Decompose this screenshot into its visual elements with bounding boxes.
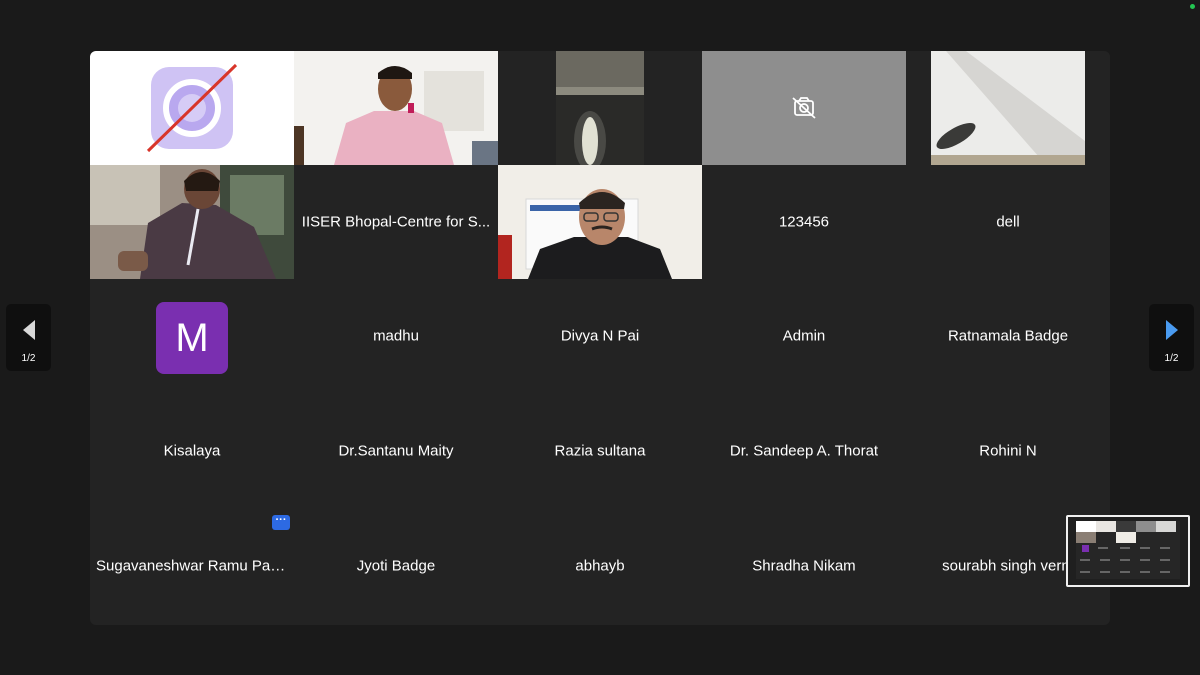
participant-tile[interactable]: M [90,279,294,393]
video-feed [498,165,702,279]
participant-name: IISER Bhopal-Centre for S... [301,213,491,231]
participant-name: Razia sultana [554,442,646,460]
next-page-button[interactable]: 1/2 [1149,304,1194,371]
avatar: M [156,302,228,374]
video-feed [556,51,644,165]
chevron-right-icon [1165,320,1178,340]
participant-tile[interactable]: Rohini N [906,394,1110,508]
participant-tile[interactable]: 123456 [702,165,906,279]
participant-tile[interactable]: Sugavaneshwar Ramu Pas... [90,509,294,623]
participant-name: Divya N Pai [560,327,640,345]
gallery-minimap-thumbnail[interactable] [1066,515,1190,587]
page-indicator: 1/2 [21,353,36,364]
page-indicator: 1/2 [1164,353,1179,364]
camera-off-logo-icon [146,63,238,153]
video-feed [294,51,498,165]
participant-name: Dr. Sandeep A. Thorat [729,442,879,460]
participant-video-tile[interactable] [906,51,1110,165]
participant-name: 123456 [778,213,830,231]
participant-name: Dr.Santanu Maity [338,442,454,460]
participant-video-tile[interactable] [498,165,702,279]
more-options-button[interactable]: ··· [272,515,290,530]
participant-name: Kisalaya [163,442,221,460]
participant-video-tile[interactable] [90,165,294,279]
participant-tile[interactable]: Dr. Sandeep A. Thorat [702,394,906,508]
participant-name: Ratnamala Badge [947,327,1069,345]
participant-tile[interactable]: dell [906,165,1110,279]
video-off-icon [792,97,816,119]
gallery-view: IISER Bhopal-Centre for S... 123456 dell… [90,51,1110,625]
participant-name: abhayb [575,557,625,575]
participant-name: Shradha Nikam [752,557,856,575]
participant-name: Jyoti Badge [356,557,436,575]
prev-page-button[interactable]: 1/2 [6,304,51,371]
participant-tile[interactable]: Divya N Pai [498,279,702,393]
video-feed [90,165,294,279]
minimap-preview [1068,517,1188,585]
participant-tile[interactable]: Ratnamala Badge [906,279,1110,393]
status-indicator [1190,4,1195,9]
participant-name: madhu [373,327,419,345]
participant-tile[interactable]: Admin [702,279,906,393]
participant-tile[interactable]: madhu [294,279,498,393]
participant-name: Admin [782,327,826,345]
participant-tile[interactable]: Kisalaya [90,394,294,508]
participant-video-tile[interactable] [498,51,702,165]
participant-video-tile[interactable] [294,51,498,165]
participant-tile[interactable]: Jyoti Badge [294,509,498,623]
participant-tile[interactable]: Razia sultana [498,394,702,508]
participant-tile[interactable]: Shradha Nikam [702,509,906,623]
participant-name: Rohini N [979,442,1037,460]
participant-tile[interactable]: Dr.Santanu Maity [294,394,498,508]
participant-name: dell [996,213,1020,231]
participant-tile[interactable] [90,51,294,165]
participant-tile[interactable]: IISER Bhopal-Centre for S... [294,165,498,279]
video-feed [931,51,1085,165]
participant-tile[interactable]: abhayb [498,509,702,623]
chevron-left-icon [22,320,35,340]
participant-tile[interactable] [702,51,906,165]
participant-name: Sugavaneshwar Ramu Pas... [96,557,291,575]
